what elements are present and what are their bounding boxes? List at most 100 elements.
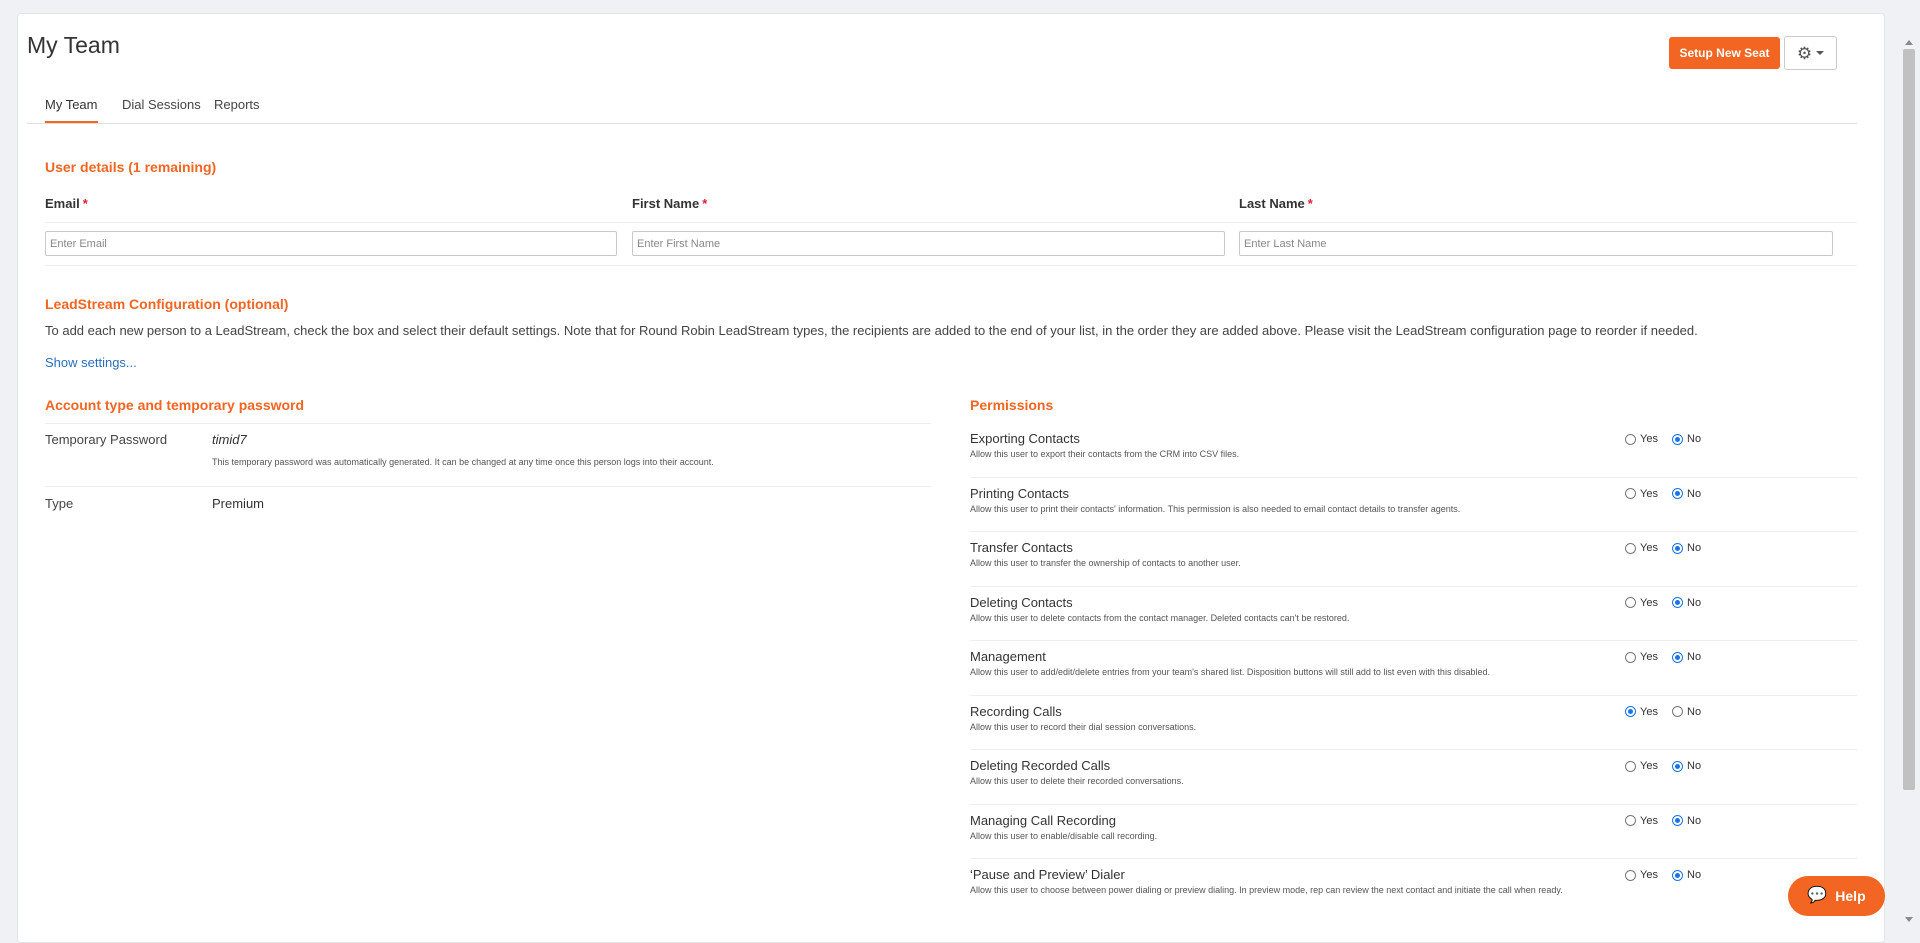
tab-my-team[interactable]: My Team <box>45 97 98 123</box>
permission-divider <box>970 858 1857 859</box>
leadstream-description: To add each new person to a LeadStream, … <box>45 323 1698 338</box>
radio-no-icon[interactable] <box>1672 542 1683 554</box>
divider <box>45 222 1857 223</box>
permission-divider <box>970 640 1857 641</box>
radio-label: Yes <box>1640 433 1658 445</box>
tab-dial-sessions[interactable]: Dial Sessions <box>122 97 201 121</box>
permission-radio-yes[interactable]: Yes <box>1625 815 1658 827</box>
last-name-field[interactable] <box>1239 231 1833 256</box>
email-field[interactable] <box>45 231 617 256</box>
required-marker: * <box>82 196 88 211</box>
leadstream-title: LeadStream Configuration (optional) <box>45 296 289 312</box>
radio-label: No <box>1687 705 1702 718</box>
permission-description: Allow this user to record their dial ses… <box>970 721 1197 732</box>
permission-radio-no[interactable]: No <box>1672 433 1701 445</box>
permission-divider <box>970 585 1857 587</box>
radio-no-icon[interactable] <box>1672 760 1683 772</box>
permission-description: Allow this user to transfer the ownershi… <box>970 558 1241 568</box>
permission-name: Exporting Contacts <box>970 431 1080 446</box>
last-name-label: Last Name * <box>1239 196 1313 211</box>
radio-label: Yes <box>1640 869 1658 881</box>
radio-label: Yes <box>1640 596 1658 609</box>
permission-divider <box>970 749 1857 750</box>
permission-description: Allow this user to export their contacts… <box>970 449 1240 459</box>
permission-radio-yes[interactable]: Yes <box>1625 488 1658 500</box>
permission-radio-no[interactable]: No <box>1672 706 1701 718</box>
radio-yes-icon[interactable] <box>1625 651 1636 663</box>
divider <box>45 265 1857 266</box>
required-marker: * <box>1307 196 1313 211</box>
type-label: Type <box>45 496 74 511</box>
permission-radio-no[interactable]: No <box>1672 815 1701 827</box>
permission-name: Recording Calls <box>970 703 1062 719</box>
permission-radio-no[interactable]: No <box>1672 488 1701 500</box>
radio-label: No <box>1687 760 1702 772</box>
permission-radio-yes[interactable]: Yes <box>1625 706 1658 718</box>
account-section-title: Account type and temporary password <box>45 397 305 413</box>
radio-yes-icon[interactable] <box>1625 542 1636 554</box>
permission-name: Deleting Recorded Calls <box>970 758 1111 773</box>
permission-radio-yes[interactable]: Yes <box>1625 433 1658 445</box>
radio-yes-icon[interactable] <box>1625 488 1636 499</box>
permission-radio-yes[interactable]: Yes <box>1625 597 1658 609</box>
radio-label: Yes <box>1640 542 1658 554</box>
radio-yes-icon[interactable] <box>1625 869 1636 881</box>
help-button[interactable]: 💬 Help <box>1788 876 1885 916</box>
scrollbar-thumb[interactable] <box>1903 49 1915 790</box>
permission-radio-yes[interactable]: Yes <box>1625 869 1658 881</box>
permission-radio-yes[interactable]: Yes <box>1625 760 1658 772</box>
first-name-label: First Name * <box>632 196 708 211</box>
radio-no-icon[interactable] <box>1672 706 1683 717</box>
radio-label: Yes <box>1640 814 1658 827</box>
radio-no-icon[interactable] <box>1672 651 1683 663</box>
permission-radio-no[interactable]: No <box>1672 760 1701 772</box>
permission-divider <box>970 803 1857 805</box>
radio-label: No <box>1687 651 1702 663</box>
caret-down-icon <box>1816 51 1825 55</box>
radio-label: Yes <box>1640 651 1658 663</box>
radio-label: No <box>1687 433 1702 445</box>
radio-label: Yes <box>1640 760 1658 772</box>
radio-label: No <box>1687 487 1702 500</box>
permission-divider <box>970 476 1857 478</box>
permissions-title: Permissions <box>970 397 1054 413</box>
radio-label: No <box>1687 814 1702 827</box>
settings-dropdown-button[interactable]: ⚙ <box>1784 36 1837 70</box>
permission-radio-no[interactable]: No <box>1672 542 1701 554</box>
scroll-down-arrow-icon[interactable] <box>1905 917 1913 922</box>
radio-label: Yes <box>1640 487 1658 500</box>
radio-no-icon[interactable] <box>1672 815 1683 826</box>
scroll-up-arrow-icon[interactable] <box>1905 40 1913 45</box>
show-settings-link[interactable]: Show settings... <box>45 355 137 370</box>
first-name-field[interactable] <box>632 231 1225 256</box>
radio-yes-icon[interactable] <box>1625 815 1636 826</box>
permission-description: Allow this user to add/edit/delete entri… <box>970 667 1490 677</box>
tab-reports[interactable]: Reports <box>214 97 260 121</box>
radio-no-icon[interactable] <box>1672 597 1683 608</box>
permission-description: Allow this user to enable/disable call r… <box>970 830 1158 841</box>
type-value: Premium <box>212 496 265 511</box>
temp-password-value: timid7 <box>212 432 247 447</box>
user-details-title: User details (1 remaining) <box>45 159 217 175</box>
permission-radio-yes[interactable]: Yes <box>1625 542 1658 554</box>
setup-new-seat-button[interactable]: Setup New Seat <box>1669 37 1780 69</box>
radio-yes-icon[interactable] <box>1625 597 1636 608</box>
help-label: Help <box>1835 888 1866 904</box>
permission-radio-no[interactable]: No <box>1672 597 1701 609</box>
permission-radio-yes[interactable]: Yes <box>1625 651 1658 663</box>
permission-divider <box>970 531 1857 532</box>
radio-yes-icon[interactable] <box>1625 760 1636 772</box>
divider <box>45 423 931 424</box>
radio-no-icon[interactable] <box>1672 433 1683 445</box>
permission-radio-no[interactable]: No <box>1672 869 1701 881</box>
radio-no-icon[interactable] <box>1672 488 1683 499</box>
page-title: My Team <box>27 32 120 58</box>
radio-yes-icon[interactable] <box>1625 706 1636 717</box>
radio-no-icon[interactable] <box>1672 869 1683 881</box>
permission-description: Allow this user to delete contacts from … <box>970 612 1350 623</box>
permission-name: Managing Call Recording <box>970 812 1116 828</box>
permission-radio-no[interactable]: No <box>1672 651 1701 663</box>
gear-icon: ⚙ <box>1796 43 1813 63</box>
temp-password-note: This temporary password was automaticall… <box>212 457 714 467</box>
radio-yes-icon[interactable] <box>1625 433 1636 445</box>
